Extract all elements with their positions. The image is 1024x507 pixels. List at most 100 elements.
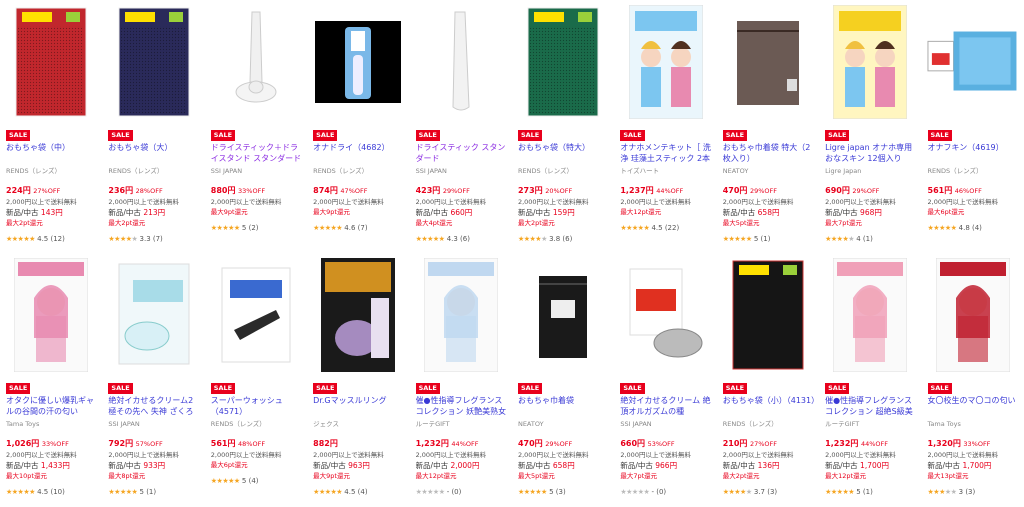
rating[interactable]: ★★★★★ - (0) [416, 487, 508, 497]
rating[interactable]: ★★★★★ 3 (3) [928, 487, 1020, 497]
rating[interactable]: ★★★★★ 4.5 (12) [6, 234, 98, 244]
product-title-link[interactable]: オナホメンテキット［ 洗浄 珪藻土スティック 2本 ... [620, 142, 712, 164]
new-used-link[interactable]: 新品/中古 933円 [108, 460, 200, 471]
product-title-link[interactable]: おもちゃ巾着袋 [518, 395, 610, 417]
product-image[interactable] [414, 255, 508, 375]
product-card[interactable]: SALE Dr.Gマッスルリング ジェクス 882円 2,000円以上で送料無料… [307, 253, 409, 507]
product-title-link[interactable]: 女〇校生のマ〇コの匂い [928, 395, 1020, 417]
product-card[interactable]: SALE Ligre japan オナホ専用 おなスキン 12個入り Ligre… [819, 0, 921, 253]
product-title-link[interactable]: ドライスティック スタンダード [416, 142, 508, 164]
product-image[interactable] [311, 2, 405, 122]
product-image[interactable] [516, 2, 610, 122]
product-image[interactable] [823, 2, 917, 122]
sale-badge: SALE [620, 383, 645, 394]
product-title-link[interactable]: おもちゃ袋（中） [6, 142, 98, 164]
new-used-link[interactable]: 新品/中古 1,433円 [6, 460, 98, 471]
new-used-link[interactable]: 新品/中古 1,700円 [928, 460, 1020, 471]
rating[interactable]: ★★★★★ 3.7 (3) [723, 487, 815, 497]
product-title-link[interactable]: オナドライ（4682） [313, 142, 405, 164]
rating[interactable]: ★★★★★ 4.5 (10) [6, 487, 98, 497]
product-image[interactable] [926, 2, 1020, 122]
product-card[interactable]: SALE オナホメンテキット［ 洗浄 珪藻土スティック 2本 ... トイズハー… [614, 0, 716, 253]
product-card[interactable]: SALE おもちゃ袋（特大） RENDS（レンズ） 273円 20%OFF 2,… [512, 0, 614, 253]
rating[interactable]: ★★★★★ 4 (1) [825, 234, 917, 244]
new-used-link[interactable]: 新品/中古 963円 [313, 460, 405, 471]
new-used-link[interactable]: 新品/中古 658円 [723, 207, 815, 218]
product-card[interactable]: SALE 絶対イカせるクリーム 絶頂オルガズムの種 SSI JAPAN 660円… [614, 253, 716, 507]
rating[interactable]: ★★★★★ 5 (1) [723, 234, 815, 244]
rating[interactable]: ★★★★★ 4.6 (7) [313, 223, 405, 233]
product-image[interactable] [721, 2, 815, 122]
new-used-link[interactable]: 新品/中古 159円 [518, 207, 610, 218]
product-card[interactable]: SALE 催●性指導フレグランスコレクション 妖艶美熟女 ... ルーテGIFT… [410, 253, 512, 507]
rating[interactable]: ★★★★★ 5 (1) [108, 487, 200, 497]
product-title-link[interactable]: オナフキン（4619） [928, 142, 1020, 164]
product-card[interactable]: SALE おもちゃ巾着袋 特大（2枚入り） NEATOY 470円 29%OFF… [717, 0, 819, 253]
product-image[interactable] [311, 255, 405, 375]
product-card[interactable]: SALE 催●性指導フレグランスコレクション 超絶S級美熟... ルーテGIFT… [819, 253, 921, 507]
product-image[interactable] [4, 255, 98, 375]
rating[interactable]: ★★★★★ 4.8 (4) [928, 223, 1020, 233]
product-image[interactable] [516, 255, 610, 375]
product-image[interactable] [721, 255, 815, 375]
new-used-link[interactable]: 新品/中古 136円 [723, 460, 815, 471]
product-image[interactable] [106, 2, 200, 122]
star-icons: ★★★★★ [313, 488, 343, 496]
product-image[interactable] [926, 255, 1020, 375]
product-title-link[interactable]: オタクに優しい爆乳ギャルの谷間の汗の匂い [6, 395, 98, 417]
rating[interactable]: ★★★★★ 3.3 (7) [108, 234, 200, 244]
product-card[interactable]: SALE スーパーウォッシュ（4571） RENDS（レンズ） 561円 48%… [205, 253, 307, 507]
product-card[interactable]: SALE オナフキン（4619） RENDS（レンズ） 561円 46%OFF … [922, 0, 1024, 253]
product-card[interactable]: SALE 絶対イカせるクリーム2 極その先へ 失神 ざくろの種 SSI JAPA… [102, 253, 204, 507]
rating[interactable]: ★★★★★ 5 (3) [518, 487, 610, 497]
product-title-link[interactable]: 絶対イカせるクリーム 絶頂オルガズムの種 [620, 395, 712, 417]
rating[interactable]: ★★★★★ 4.5 (22) [620, 223, 712, 233]
product-title-link[interactable]: Dr.Gマッスルリング [313, 395, 405, 417]
product-image[interactable] [618, 255, 712, 375]
product-card[interactable]: SALE ドライスティック＋ドライスタンド スタンダード SSI JAPAN 8… [205, 0, 307, 253]
product-title-link[interactable]: 催●性指導フレグランスコレクション 超絶S級美熟... [825, 395, 917, 417]
product-image[interactable] [209, 2, 303, 122]
rating[interactable]: ★★★★★ 5 (1) [825, 487, 917, 497]
new-used-link[interactable]: 新品/中古 143円 [6, 207, 98, 218]
product-image[interactable] [414, 2, 508, 122]
product-title-link[interactable]: ドライスティック＋ドライスタンド スタンダード [211, 142, 303, 164]
shipping-note: 2,000円以上で送料無料 [108, 198, 179, 206]
product-card[interactable]: SALE ドライスティック スタンダード SSI JAPAN 423円 29%O… [410, 0, 512, 253]
product-card[interactable]: SALE 女〇校生のマ〇コの匂い Tama Toys 1,320円 33%OFF… [922, 253, 1024, 507]
product-image[interactable] [823, 255, 917, 375]
new-used-link[interactable]: 新品/中古 968円 [825, 207, 917, 218]
product-brand: SSI JAPAN [415, 167, 447, 175]
product-image[interactable] [106, 255, 200, 375]
product-title-link[interactable]: 絶対イカせるクリーム2 極その先へ 失神 ざくろの種 [108, 395, 200, 417]
product-card[interactable]: SALE おもちゃ袋（中） RENDS（レンズ） 224円 27%OFF 2,0… [0, 0, 102, 253]
rating[interactable]: ★★★★★ 3.8 (6) [518, 234, 610, 244]
new-used-link[interactable]: 新品/中古 1,700円 [825, 460, 917, 471]
product-card[interactable]: SALE オナドライ（4682） RENDS（レンズ） 874円 47%OFF … [307, 0, 409, 253]
product-title-link[interactable]: おもちゃ巾着袋 特大（2枚入り） [723, 142, 815, 164]
product-card[interactable]: SALE おもちゃ袋（小）（4131） RENDS（レンズ） 210円 27%O… [717, 253, 819, 507]
product-title-link[interactable]: おもちゃ袋（大） [108, 142, 200, 164]
product-image[interactable] [618, 2, 712, 122]
new-used-link[interactable]: 新品/中古 660円 [416, 207, 508, 218]
product-title-link[interactable]: スーパーウォッシュ（4571） [211, 395, 303, 417]
product-card[interactable]: SALE おもちゃ袋（大） RENDS（レンズ） 236円 28%OFF 2,0… [102, 0, 204, 253]
product-title-link[interactable]: おもちゃ袋（小）（4131） [723, 395, 815, 417]
price-row: 236円 28%OFF [108, 185, 200, 197]
new-used-link[interactable]: 新品/中古 2,000円 [416, 460, 508, 471]
new-used-link[interactable]: 新品/中古 213円 [108, 207, 200, 218]
product-card[interactable]: SALE オタクに優しい爆乳ギャルの谷間の汗の匂い Tama Toys 1,02… [0, 253, 102, 507]
rating[interactable]: ★★★★★ 5 (4) [211, 476, 303, 486]
product-title-link[interactable]: 催●性指導フレグランスコレクション 妖艶美熟女 ... [416, 395, 508, 417]
rating[interactable]: ★★★★★ 5 (2) [211, 223, 303, 233]
product-image[interactable] [4, 2, 98, 122]
rating[interactable]: ★★★★★ 4.5 (4) [313, 487, 405, 497]
rating[interactable]: ★★★★★ 4.3 (6) [416, 234, 508, 244]
product-title-link[interactable]: Ligre japan オナホ専用 おなスキン 12個入り [825, 142, 917, 164]
rating[interactable]: ★★★★★ - (0) [620, 487, 712, 497]
product-card[interactable]: SALE おもちゃ巾着袋 NEATOY 470円 29%OFF 2,000円以上… [512, 253, 614, 507]
product-image[interactable] [209, 255, 303, 375]
new-used-link[interactable]: 新品/中古 966円 [620, 460, 712, 471]
new-used-link[interactable]: 新品/中古 658円 [518, 460, 610, 471]
product-title-link[interactable]: おもちゃ袋（特大） [518, 142, 610, 164]
